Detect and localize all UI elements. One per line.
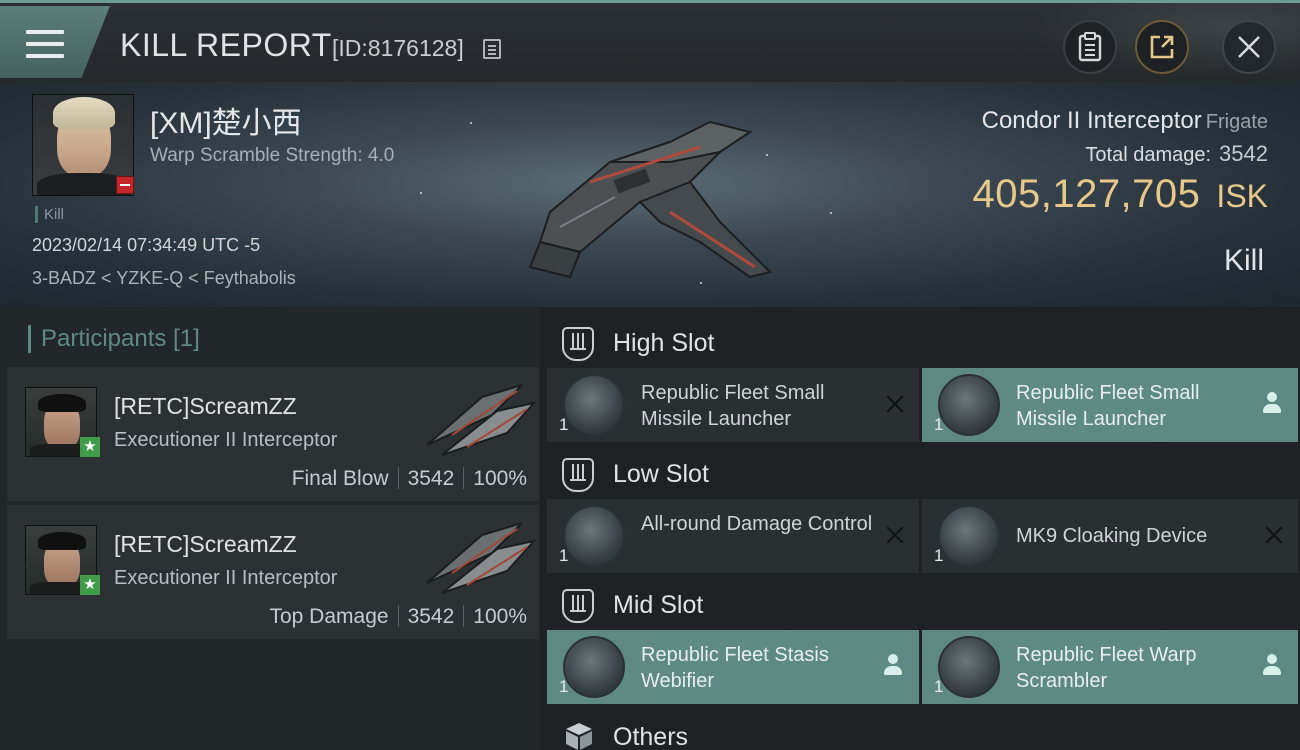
module-quantity: 1 bbox=[934, 415, 944, 434]
slot-icon bbox=[562, 589, 594, 623]
avatar-beret bbox=[38, 394, 86, 412]
clipboard-icon bbox=[1078, 32, 1102, 62]
x-icon bbox=[885, 525, 905, 545]
star-icon: ★ bbox=[80, 575, 100, 595]
person-icon bbox=[1262, 392, 1282, 416]
participant-name: [RETC]ScreamZZ bbox=[114, 393, 297, 419]
participant-percent: 100% bbox=[473, 467, 527, 490]
close-icon bbox=[1238, 36, 1260, 58]
minus-icon bbox=[116, 176, 134, 194]
participants-title: Participants [1] bbox=[28, 325, 200, 353]
module-quantity: 1 bbox=[559, 677, 569, 696]
menu-icon bbox=[26, 30, 64, 60]
module-item[interactable]: 1 Republic Fleet Stasis Webifier bbox=[547, 630, 919, 704]
top-bar: KILL REPORT [ID:8176128] bbox=[0, 0, 1300, 85]
module-item[interactable]: 1 Republic Fleet Small Missile Launcher bbox=[547, 368, 919, 442]
slot-icon bbox=[562, 458, 594, 492]
avatar-hair bbox=[53, 97, 115, 129]
total-damage-value: 3542 bbox=[1219, 141, 1268, 166]
cloaking-device-icon bbox=[938, 505, 1000, 567]
share-button[interactable] bbox=[1135, 20, 1189, 74]
participants-panel: Participants [1] ★ [RETC]ScreamZZ Execut… bbox=[0, 307, 540, 750]
total-damage: Total damage: 3542 bbox=[1085, 141, 1268, 167]
fitting-panel: High Slot 1 Republic Fleet Small Missile… bbox=[540, 307, 1300, 750]
box-icon bbox=[566, 723, 592, 750]
participant-ship-image bbox=[426, 522, 537, 594]
module-quantity: 1 bbox=[934, 546, 944, 565]
stasis-webifier-icon bbox=[563, 636, 625, 698]
participant-card[interactable]: ★ [RETC]ScreamZZ Executioner II Intercep… bbox=[7, 505, 539, 639]
kill-summary-panel: [XM]楚小西 Warp Scramble Strength: 4.0 Kill… bbox=[0, 82, 1300, 307]
x-icon bbox=[1264, 525, 1284, 545]
person-icon bbox=[883, 654, 903, 678]
kill-location: 3-BADZ < YZKE-Q < Feythabolis bbox=[32, 268, 296, 288]
high-slot-label: High Slot bbox=[613, 329, 715, 357]
kill-id: [ID:8176128] bbox=[332, 35, 464, 61]
participant-damage: 3542 bbox=[407, 467, 455, 490]
ship-name: Condor II Interceptor bbox=[981, 107, 1202, 134]
participant-stats: Top Damage 3542 100% bbox=[269, 605, 527, 629]
module-quantity: 1 bbox=[559, 546, 569, 565]
participant-damage: 3542 bbox=[407, 605, 455, 628]
participant-ship: Executioner II Interceptor bbox=[114, 567, 338, 589]
module-name: Republic Fleet Warp Scrambler bbox=[1016, 644, 1197, 692]
module-name: Republic Fleet Stasis Webifier bbox=[641, 644, 829, 692]
star-icon: ★ bbox=[80, 437, 100, 457]
warp-scrambler-icon bbox=[938, 636, 1000, 698]
participant-ship: Executioner II Interceptor bbox=[114, 429, 338, 451]
isk-unit: ISK bbox=[1216, 178, 1268, 214]
slot-icon bbox=[562, 327, 594, 361]
module-quantity: 1 bbox=[559, 415, 569, 434]
module-item[interactable]: 1 MK9 Cloaking Device bbox=[922, 499, 1298, 573]
module-item[interactable]: 1 Republic Fleet Warp Scrambler bbox=[922, 630, 1298, 704]
page-title: KILL REPORT bbox=[120, 27, 332, 63]
clipboard-button[interactable] bbox=[1063, 20, 1117, 74]
kill-datetime: 2023/02/14 07:34:49 UTC -5 bbox=[32, 235, 261, 255]
low-slot-label: Low Slot bbox=[613, 460, 709, 488]
module-quantity: 1 bbox=[934, 677, 944, 696]
kill-result: Kill bbox=[1223, 244, 1264, 277]
person-icon bbox=[1262, 654, 1282, 678]
warp-scramble-strength: Warp Scramble Strength: 4.0 bbox=[150, 145, 395, 166]
participant-card[interactable]: ★ [RETC]ScreamZZ Executioner II Intercep… bbox=[7, 367, 539, 501]
mid-slot-label: Mid Slot bbox=[613, 591, 704, 619]
participant-stats: Final Blow 3542 100% bbox=[292, 467, 527, 491]
module-name: Republic Fleet Small Missile Launcher bbox=[1016, 382, 1200, 430]
x-icon bbox=[885, 394, 905, 414]
ship-type: Condor II Interceptor Frigate bbox=[982, 107, 1268, 135]
victim-ship-image bbox=[528, 120, 772, 279]
kill-tag: Kill bbox=[35, 206, 64, 223]
participant-percent: 100% bbox=[473, 605, 527, 628]
participant-name: [RETC]ScreamZZ bbox=[114, 531, 297, 557]
background-star bbox=[830, 212, 832, 214]
module-name: All-round Damage Control bbox=[641, 513, 873, 535]
missile-launcher-icon bbox=[938, 374, 1000, 436]
damage-control-icon bbox=[563, 505, 625, 567]
share-icon bbox=[1150, 35, 1174, 59]
isk-amount: 405,127,705 bbox=[972, 172, 1201, 216]
isk-value: 405,127,705 ISK bbox=[972, 172, 1268, 217]
missile-launcher-icon bbox=[563, 374, 625, 436]
background-star bbox=[420, 192, 422, 194]
others-label: Others bbox=[613, 723, 689, 750]
close-button[interactable] bbox=[1222, 20, 1276, 74]
menu-button[interactable] bbox=[0, 6, 110, 78]
module-name: Republic Fleet Small Missile Launcher bbox=[641, 382, 825, 430]
participant-role: Final Blow bbox=[291, 467, 389, 490]
participant-ship-image bbox=[426, 384, 537, 456]
module-item[interactable]: 1 Republic Fleet Small Missile Launcher bbox=[922, 368, 1298, 442]
module-item[interactable]: 1 All-round Damage Control bbox=[547, 499, 919, 573]
copy-icon[interactable] bbox=[483, 39, 501, 59]
background-star bbox=[470, 122, 472, 124]
avatar-beret bbox=[38, 532, 86, 550]
ship-class: Frigate bbox=[1205, 111, 1268, 133]
total-damage-label: Total damage: bbox=[1085, 144, 1212, 166]
victim-name: [XM]楚小西 bbox=[150, 107, 302, 140]
background-star bbox=[700, 282, 702, 284]
module-name: MK9 Cloaking Device bbox=[1016, 525, 1208, 547]
participant-role: Top Damage bbox=[269, 605, 389, 628]
